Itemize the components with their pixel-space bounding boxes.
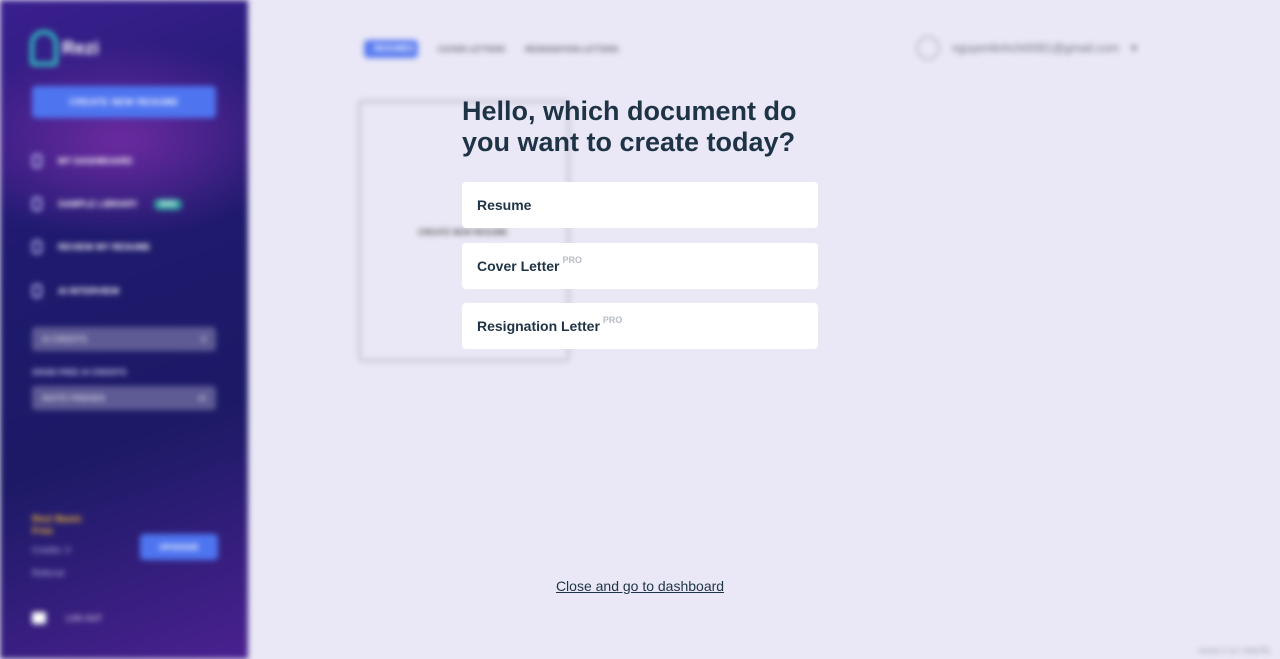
option-resignation-letter[interactable]: Resignation Letter PRO (462, 303, 818, 349)
close-link-container: Close and go to dashboard (0, 578, 1280, 596)
option-label: Resignation Letter (477, 318, 600, 334)
option-resume[interactable]: Resume (462, 182, 818, 228)
option-cover-letter[interactable]: Cover Letter PRO (462, 243, 818, 289)
pro-badge: PRO (602, 315, 623, 325)
close-and-go-to-dashboard-link[interactable]: Close and go to dashboard (556, 578, 724, 594)
option-label: Resume (477, 197, 532, 213)
modal-title: Hello, which document do you want to cre… (462, 96, 797, 157)
document-chooser-modal: Hello, which document do you want to cre… (0, 0, 1280, 659)
pro-badge: PRO (562, 255, 582, 265)
option-label: Cover Letter (477, 258, 560, 274)
